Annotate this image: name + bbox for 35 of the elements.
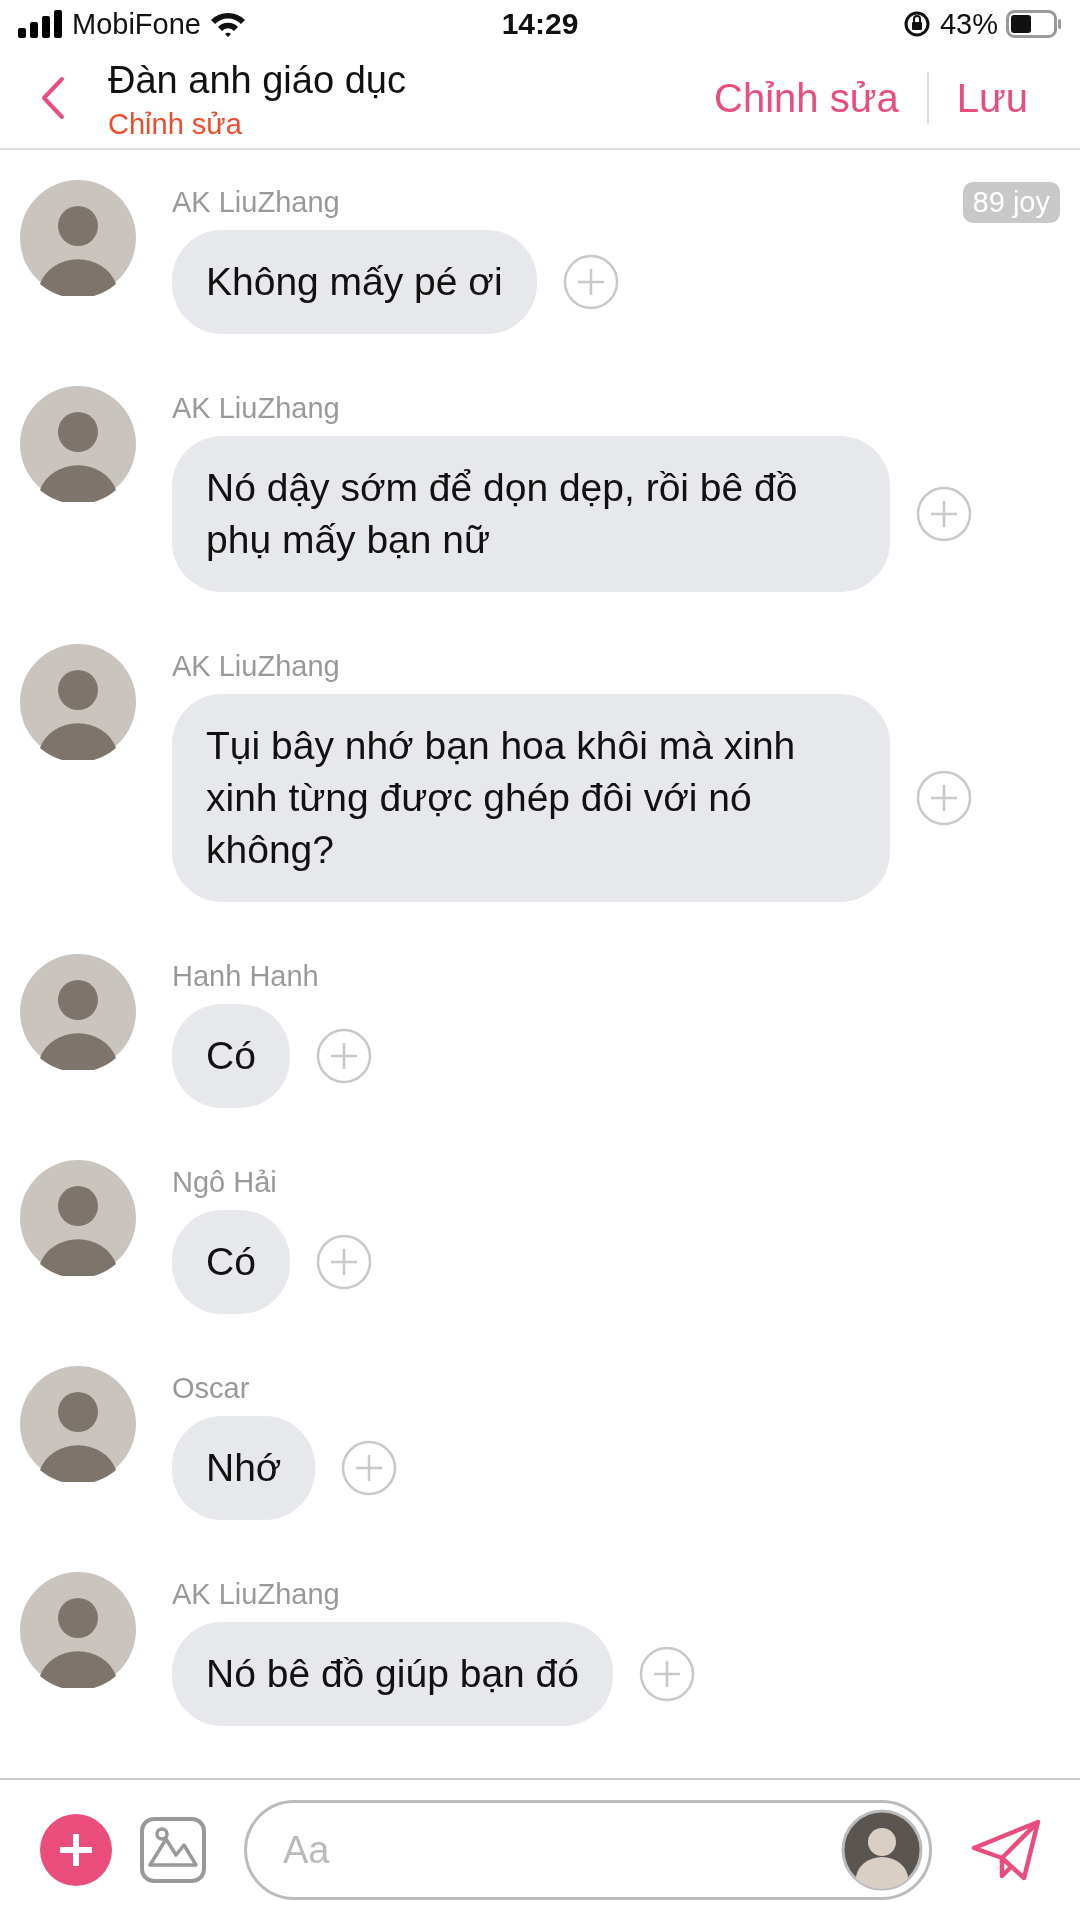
message-bubble: Có [172, 1004, 290, 1109]
header-action[interactable]: Chỉnh sửa [686, 75, 927, 121]
message-input[interactable]: Aa [244, 1800, 932, 1901]
message-bubble: Nhớ [172, 1416, 316, 1521]
image-icon[interactable] [140, 1817, 206, 1884]
header-action[interactable]: Lưu [928, 75, 1056, 121]
sender-name: AK LiuZhang [172, 649, 340, 683]
sender-name: AK LiuZhang [172, 391, 340, 425]
send-icon[interactable] [970, 1818, 1042, 1883]
sender-name: Hanh Hanh [172, 959, 319, 993]
avatar[interactable] [20, 1160, 136, 1277]
edit-subtitle[interactable]: Chỉnh sửa [108, 108, 687, 142]
sender-name: AK LiuZhang [172, 1577, 340, 1611]
avatar[interactable] [20, 644, 136, 761]
back-button[interactable] [40, 76, 66, 121]
chat-title: Đàn anh giáo dục [108, 59, 407, 103]
avatar[interactable] [20, 386, 136, 503]
battery-icon [1006, 10, 1062, 39]
status-time: 14:29 [501, 7, 579, 42]
message-bubble: Không mấy pé ơi [172, 230, 537, 335]
sender-name: AK LiuZhang [172, 185, 340, 219]
sender-name: Ngô Hải [172, 1165, 277, 1199]
avatar[interactable] [841, 1809, 923, 1892]
message-bubble: Nó bê đồ giúp bạn đó [172, 1622, 613, 1727]
message-bubble: Tụi bây nhớ bạn hoa khôi mà xinh xinh từng được ghép đôi với nó không? [172, 694, 890, 903]
signal-icon [18, 10, 64, 39]
avatar[interactable] [20, 180, 136, 297]
sender-name: Oscar [172, 1371, 250, 1405]
battery-percent: 43% [939, 7, 998, 41]
avatar[interactable] [20, 1366, 136, 1483]
avatar[interactable] [20, 1572, 136, 1689]
avatar[interactable] [20, 954, 136, 1071]
message-bubble: Có [172, 1210, 290, 1315]
message-bubble: Nó dậy sớm để dọn dẹp, rồi bê đồ phụ mấy bạn nữ [172, 436, 890, 593]
carrier-name: MobiFone [72, 7, 201, 41]
